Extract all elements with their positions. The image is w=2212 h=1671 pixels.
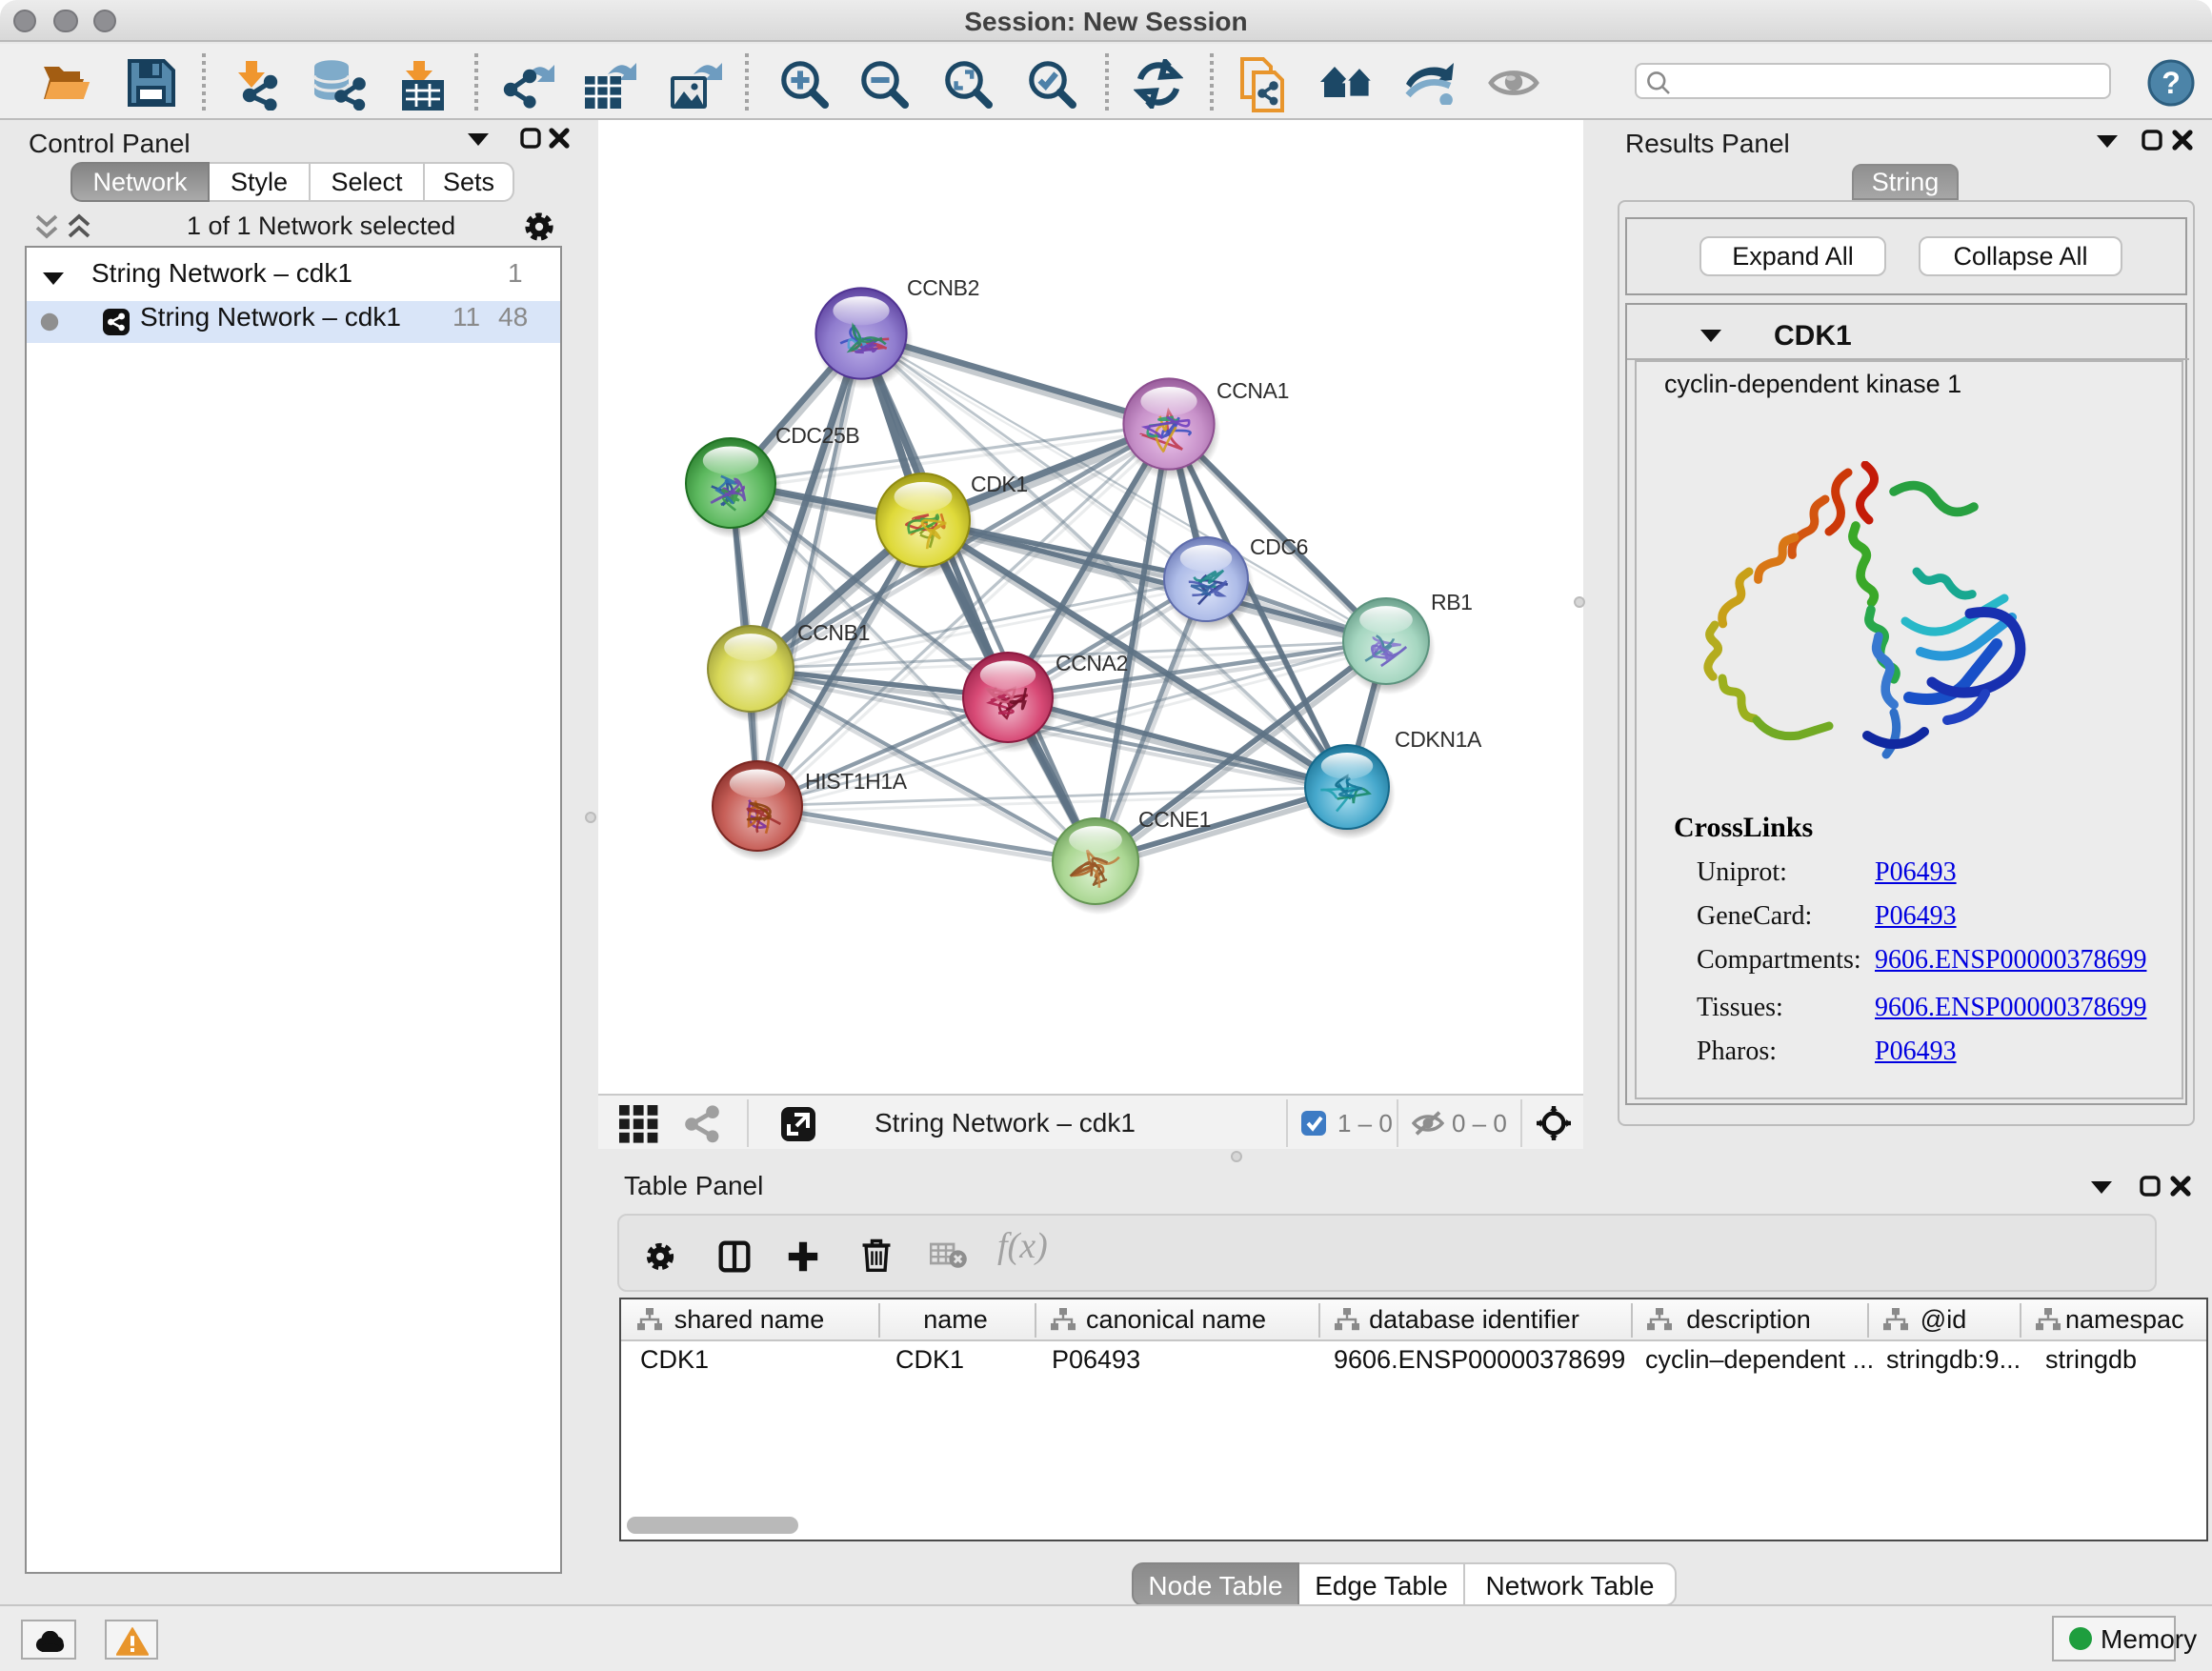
svg-text:CDC6: CDC6	[1250, 534, 1308, 559]
svg-text:RB1: RB1	[1431, 590, 1473, 614]
svg-text:HIST1H1A: HIST1H1A	[805, 769, 908, 794]
svg-text:CCNE1: CCNE1	[1138, 807, 1211, 832]
svg-text:CCNA1: CCNA1	[1217, 378, 1289, 403]
svg-text:CCNA2: CCNA2	[1056, 651, 1128, 675]
svg-text:CDC25B: CDC25B	[775, 423, 859, 448]
svg-text:CCNB2: CCNB2	[907, 275, 979, 300]
svg-text:CDK1: CDK1	[971, 472, 1028, 496]
svg-text:CDKN1A: CDKN1A	[1395, 727, 1482, 752]
svg-text:CCNB1: CCNB1	[797, 620, 870, 645]
svg-text:?: ?	[2162, 66, 2181, 100]
